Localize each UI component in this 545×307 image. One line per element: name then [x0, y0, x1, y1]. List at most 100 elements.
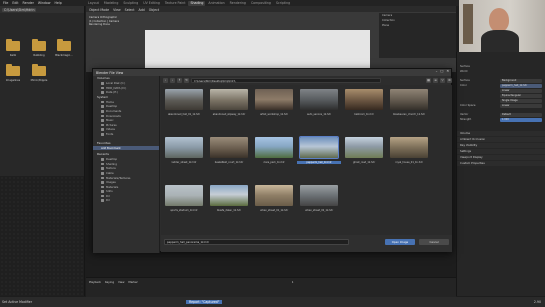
hdri-thumbnail[interactable]	[210, 89, 248, 110]
thumbnail-label: urban_street_02_1k.hdr	[304, 209, 334, 212]
folder-icon[interactable]	[6, 39, 20, 51]
hdri-thumbnail[interactable]	[300, 185, 338, 206]
tab-label: Surface	[460, 65, 470, 68]
prop-section[interactable]: Settings	[457, 149, 545, 154]
tab-sculpting[interactable]: Sculpting	[121, 1, 140, 6]
hdri-thumbnail[interactable]	[255, 137, 293, 158]
display-mode-icon[interactable]: ▦	[426, 78, 431, 83]
menu-help[interactable]: Help	[53, 1, 62, 5]
settings-icon[interactable]: ⚙	[447, 78, 452, 83]
folder-icon[interactable]	[6, 64, 20, 76]
folder-icon	[101, 109, 104, 113]
maximize-icon[interactable]: □	[440, 69, 443, 73]
outliner: Camera Collection Plane	[379, 13, 456, 58]
refresh-button[interactable]: ↻	[184, 78, 189, 83]
outliner-label: Plane	[382, 24, 390, 27]
folder-icon	[101, 199, 104, 203]
tab-rendering[interactable]: Rendering	[228, 1, 248, 6]
folder-icon[interactable]	[57, 39, 71, 51]
sidebar-item[interactable]: Fonts	[93, 132, 159, 137]
dialog-titlebar[interactable]: Blender File View – □ ✕	[93, 69, 451, 76]
prop-field[interactable]: 1.000	[500, 117, 542, 122]
sidebar-item[interactable]: Dir	[93, 198, 159, 203]
view-menu[interactable]: View	[118, 280, 124, 284]
folder-icon	[101, 123, 104, 127]
tab-animation[interactable]: Animation	[206, 1, 226, 6]
outliner-row[interactable]: Plane	[379, 23, 456, 28]
hdri-thumbnail[interactable]	[210, 137, 248, 158]
node-editor-area[interactable]	[0, 176, 85, 296]
prop-field[interactable]: pepperm_hall_1k.hdr	[500, 83, 542, 88]
thumbnail-label: abandoned_hall_01_1k.hdr	[167, 113, 201, 116]
prop-section[interactable]: Ray Visibility	[457, 143, 545, 148]
filename-input[interactable]: pepperm_hall_panorama_1k.hdr	[164, 239, 349, 245]
folder-icon[interactable]	[32, 39, 46, 51]
tab-shading[interactable]: Shading	[188, 0, 206, 6]
menu-render[interactable]: Render	[22, 1, 35, 5]
forward-button[interactable]: ›	[170, 78, 175, 83]
playback-menu[interactable]: Playback	[89, 280, 101, 284]
tab-layout[interactable]: Layout	[86, 1, 101, 6]
hdri-thumbnail[interactable]	[345, 137, 383, 158]
view-menu[interactable]: View	[112, 8, 122, 12]
hdri-thumbnail[interactable]	[255, 185, 293, 206]
minimize-icon[interactable]: –	[436, 69, 438, 73]
open-image-button[interactable]: Open Image	[385, 239, 415, 245]
hdri-thumbnail[interactable]	[299, 136, 339, 159]
hdri-thumbnail[interactable]	[165, 137, 203, 158]
tab-scripting[interactable]: Scripting	[274, 1, 292, 6]
path-field[interactable]: C:\Users\Stm\Hdrin	[2, 7, 37, 12]
cancel-button[interactable]: Cancel	[419, 239, 449, 245]
add-menu[interactable]: Add	[138, 8, 146, 12]
prop-field[interactable]: Single Image	[500, 98, 542, 103]
tab-compositing[interactable]: Compositing	[249, 1, 273, 6]
prop-field[interactable]: Background	[500, 78, 542, 83]
folder-icon	[101, 167, 104, 170]
tab-modeling[interactable]: Modeling	[102, 1, 121, 6]
parent-dir-button[interactable]: ↑	[177, 78, 182, 83]
current-frame[interactable]: 1	[292, 280, 294, 284]
sort-icon[interactable]: ≡	[433, 78, 438, 83]
add-bookmark[interactable]: Add Bookmark	[93, 145, 159, 151]
directory-path-input[interactable]: C:\Users\Stm\Desktop\tmp\hdri\	[191, 78, 381, 83]
prop-section[interactable]: Viewport Display	[457, 155, 545, 160]
tab-uv-editing[interactable]: UV Editing	[141, 1, 162, 6]
prop-label: Color Space	[460, 104, 476, 107]
object-menu[interactable]: Object	[148, 8, 160, 12]
mode-dropdown[interactable]: Object Mode	[88, 8, 110, 12]
prop-field[interactable]: Equirectangular	[500, 93, 542, 98]
hdri-thumbnail[interactable]	[165, 89, 203, 110]
filter-icon[interactable]: ▽	[440, 78, 445, 83]
hdri-thumbnail[interactable]	[255, 89, 293, 110]
timeline[interactable]: Playback Keying View Marker 1	[86, 277, 456, 297]
marker-menu[interactable]: Marker	[128, 280, 137, 284]
folder-icon	[101, 100, 104, 104]
prop-section[interactable]: Volume	[457, 131, 545, 136]
prop-section[interactable]: Ambient Occlusion	[457, 137, 545, 142]
tab-texture-paint[interactable]: Texture Paint	[163, 1, 188, 6]
thumbnail-label: ballroom_1k.hdr	[354, 113, 374, 116]
keying-menu[interactable]: Keying	[105, 280, 114, 284]
hdri-thumbnail[interactable]	[210, 185, 248, 206]
prop-field[interactable]: Linear	[500, 88, 542, 93]
prop-field[interactable]: Linear	[500, 103, 542, 108]
thumbnail-label: ghost_road_1k.hdr	[352, 161, 376, 164]
person-face	[489, 8, 509, 32]
folder-icon	[101, 158, 104, 161]
folder-icon	[101, 171, 104, 175]
close-icon[interactable]: ✕	[446, 69, 449, 73]
hdri-thumbnail[interactable]	[345, 89, 383, 110]
folder-icon[interactable]	[32, 64, 46, 76]
menu-edit[interactable]: Edit	[11, 1, 19, 5]
hdri-thumbnail[interactable]	[165, 185, 203, 206]
hdri-thumbnail[interactable]	[300, 89, 338, 110]
prop-section[interactable]: Custom Properties	[457, 161, 545, 166]
menu-file[interactable]: File	[2, 1, 9, 5]
back-button[interactable]: ‹	[163, 78, 168, 83]
hdri-thumbnail[interactable]	[390, 137, 428, 158]
prop-field[interactable]: Default	[500, 112, 542, 117]
menu-window[interactable]: Window	[37, 1, 52, 5]
person-shirt	[481, 30, 519, 52]
select-menu[interactable]: Select	[124, 8, 136, 12]
hdri-thumbnail[interactable]	[390, 89, 428, 110]
